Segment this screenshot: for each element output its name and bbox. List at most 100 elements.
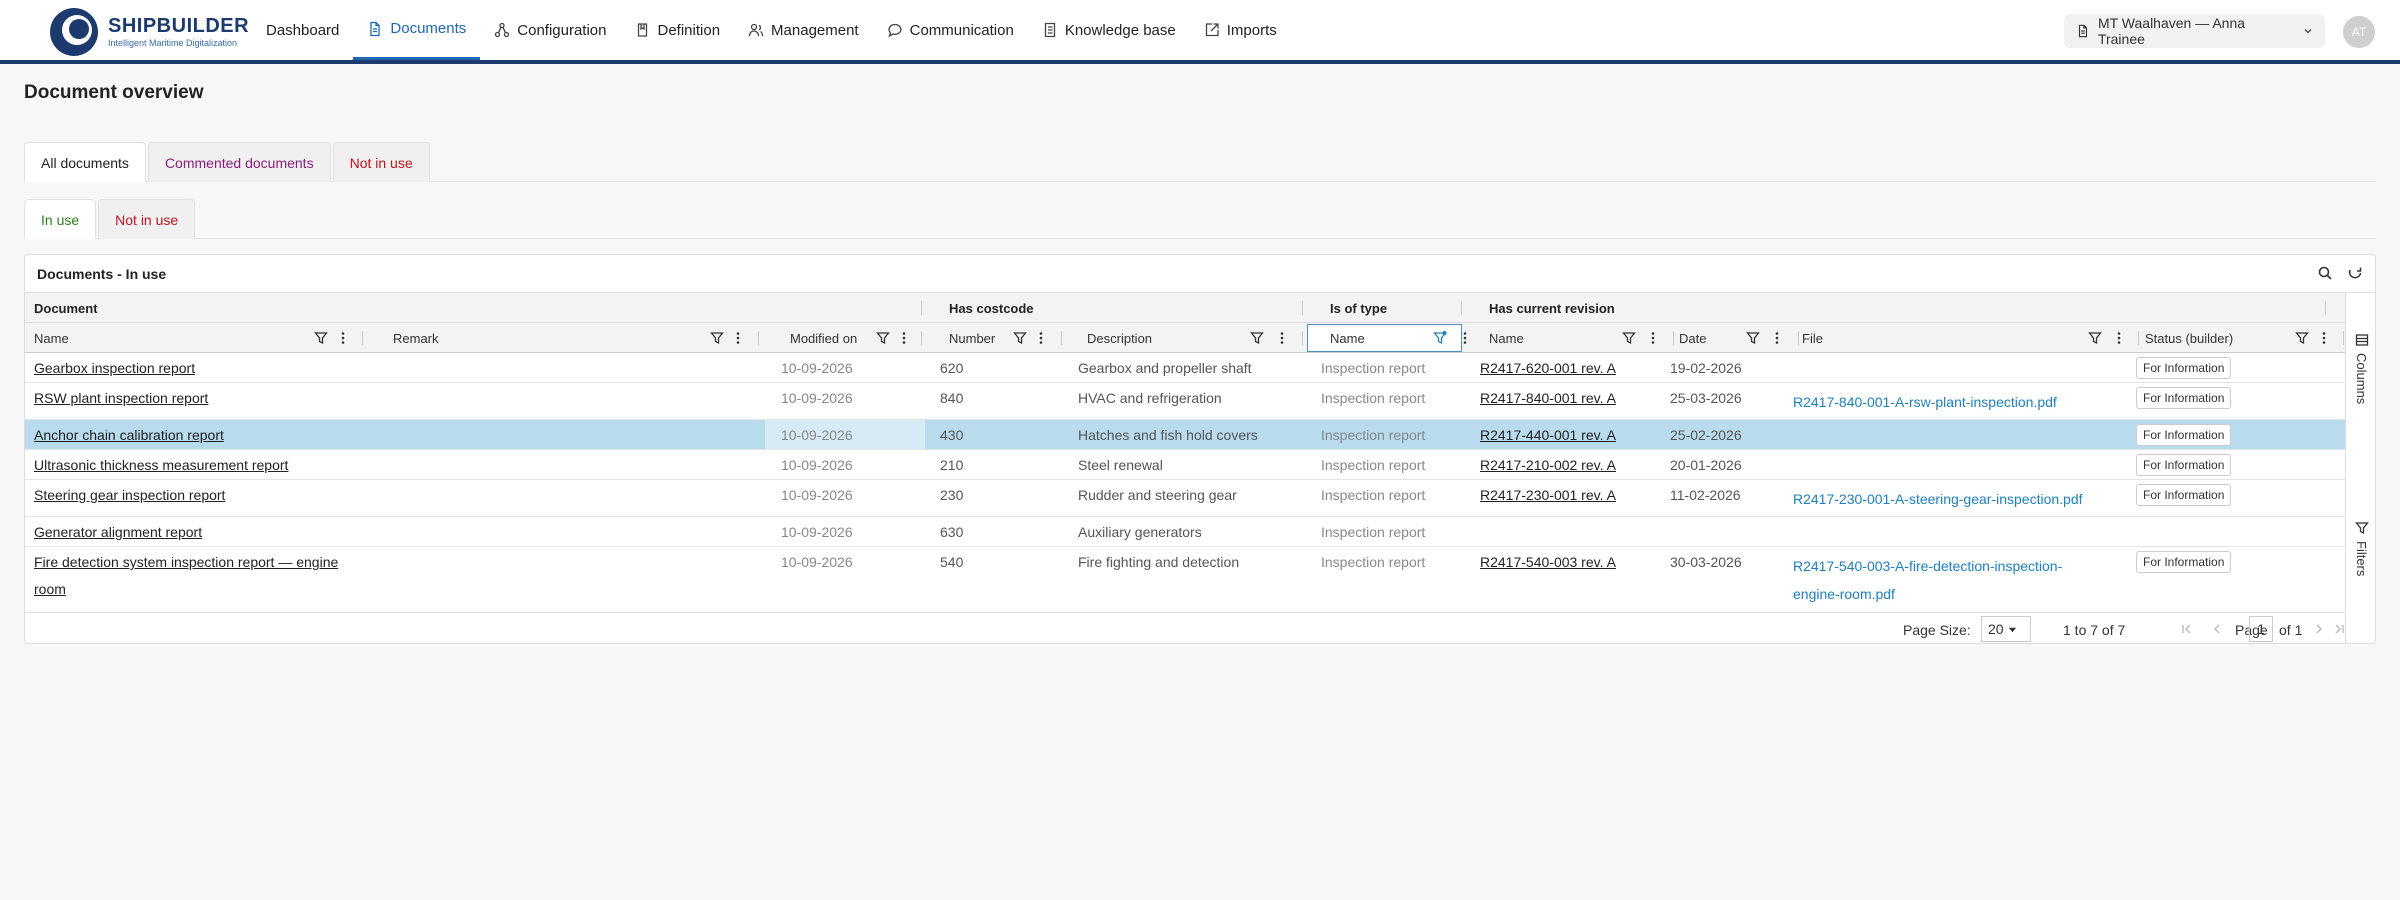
number-cell: 430 bbox=[940, 427, 964, 443]
revision-link[interactable]: R2417-440-001 rev. A bbox=[1480, 422, 1616, 448]
column-menu-icon[interactable] bbox=[1034, 331, 1048, 345]
column-menu-icon[interactable] bbox=[2317, 331, 2331, 345]
table-row[interactable]: Ultrasonic thickness measurement report … bbox=[25, 450, 2345, 480]
type-cell: Inspection report bbox=[1321, 457, 1426, 473]
next-page-icon[interactable] bbox=[2313, 623, 2325, 635]
brand-tagline: Intelligent Maritime Digitalization bbox=[108, 38, 238, 48]
nav-management[interactable]: Management bbox=[734, 0, 873, 60]
nav-knowledge-base[interactable]: Knowledge base bbox=[1028, 0, 1190, 60]
nav-definition[interactable]: Definition bbox=[621, 0, 735, 60]
table-row[interactable]: RSW plant inspection report 10-09-2026 8… bbox=[25, 383, 2345, 420]
col-type-name[interactable]: Name bbox=[1321, 323, 1365, 353]
group-document: Document bbox=[34, 300, 98, 316]
file-link[interactable]: R2417-540-003-A-fire-detection-inspectio… bbox=[1793, 553, 2062, 579]
group-separator[interactable] bbox=[921, 301, 922, 315]
file-link[interactable]: R2417-840-001-A-rsw-plant-inspection.pdf bbox=[1793, 389, 2057, 415]
last-page-icon[interactable] bbox=[2333, 623, 2345, 635]
filter-active-icon[interactable] bbox=[1433, 331, 1447, 345]
table-row[interactable]: Fire detection system inspection report … bbox=[25, 547, 2345, 607]
filter-icon[interactable] bbox=[876, 331, 890, 345]
date-cell: 11-02-2026 bbox=[1670, 487, 1741, 503]
page-number-input[interactable]: 1 bbox=[2249, 616, 2273, 642]
revision-link[interactable]: R2417-540-003 rev. A bbox=[1480, 549, 1616, 575]
column-menu-icon[interactable] bbox=[731, 331, 745, 345]
column-menu-icon[interactable] bbox=[1275, 331, 1289, 345]
document-name-link[interactable]: Fire detection system inspection report … bbox=[34, 549, 338, 575]
description-cell: Fire fighting and detection bbox=[1078, 554, 1240, 570]
chat-icon bbox=[887, 23, 902, 38]
revision-link[interactable]: R2417-230-001 rev. A bbox=[1480, 482, 1616, 508]
column-resize-handle[interactable] bbox=[921, 331, 922, 345]
column-menu-icon[interactable] bbox=[1458, 331, 1472, 345]
column-menu-icon[interactable] bbox=[1646, 331, 1660, 345]
table-row[interactable]: Gearbox inspection report 10-09-2026 620… bbox=[25, 353, 2345, 383]
document-name-link-line2[interactable]: room bbox=[34, 576, 66, 602]
tab-not-in-use[interactable]: Not in use bbox=[332, 142, 430, 182]
brand-logo[interactable]: SHIPBUILDER Intelligent Maritime Digital… bbox=[48, 6, 249, 58]
revision-link[interactable]: R2417-210-002 rev. A bbox=[1480, 452, 1616, 478]
avatar[interactable]: AT bbox=[2343, 16, 2375, 48]
document-name-link[interactable]: Generator alignment report bbox=[34, 519, 202, 545]
table-row[interactable]: Generator alignment report 10-09-2026 63… bbox=[25, 517, 2345, 547]
filter-icon[interactable] bbox=[710, 331, 724, 345]
tab-commented-documents[interactable]: Commented documents bbox=[147, 142, 331, 182]
column-resize-handle[interactable] bbox=[1061, 331, 1062, 345]
search-icon[interactable] bbox=[2317, 265, 2333, 281]
nav-documents-label: Documents bbox=[390, 20, 467, 37]
filter-icon[interactable] bbox=[2295, 331, 2309, 345]
previous-page-icon[interactable] bbox=[2211, 623, 2223, 635]
nav-configuration[interactable]: Configuration bbox=[480, 0, 620, 60]
nav-dashboard[interactable]: Dashboard bbox=[252, 0, 353, 60]
col-document-name[interactable]: Name bbox=[25, 323, 69, 353]
column-resize-handle[interactable] bbox=[758, 331, 759, 345]
document-name-link[interactable]: RSW plant inspection report bbox=[34, 385, 208, 411]
column-resize-handle[interactable] bbox=[2343, 331, 2344, 345]
page-size-select[interactable]: 20 bbox=[1981, 616, 2031, 642]
col-date[interactable]: Date bbox=[1670, 323, 1706, 353]
document-name-link[interactable]: Ultrasonic thickness measurement report bbox=[34, 452, 288, 478]
col-file[interactable]: File bbox=[1793, 323, 1823, 353]
filter-icon[interactable] bbox=[2088, 331, 2102, 345]
nav-imports[interactable]: Imports bbox=[1190, 0, 1291, 60]
col-status-builder[interactable]: Status (builder) bbox=[2136, 323, 2233, 353]
tab-all-documents[interactable]: All documents bbox=[24, 142, 146, 182]
column-menu-icon[interactable] bbox=[897, 331, 911, 345]
col-description[interactable]: Description bbox=[1078, 323, 1152, 353]
group-separator[interactable] bbox=[1302, 301, 1303, 315]
column-menu-icon[interactable] bbox=[2112, 331, 2126, 345]
file-link-line2[interactable]: engine-room.pdf bbox=[1793, 579, 1895, 605]
table-row-selected[interactable]: Anchor chain calibration report 10-09-20… bbox=[25, 420, 2345, 450]
column-menu-icon[interactable] bbox=[1770, 331, 1784, 345]
filter-icon[interactable] bbox=[1622, 331, 1636, 345]
document-name-link[interactable]: Anchor chain calibration report bbox=[34, 422, 224, 448]
col-revision-name[interactable]: Name bbox=[1480, 323, 1524, 353]
column-resize-handle[interactable] bbox=[1302, 331, 1303, 345]
first-page-icon[interactable] bbox=[2181, 623, 2193, 635]
revision-link[interactable]: R2417-840-001 rev. A bbox=[1480, 385, 1616, 411]
col-number[interactable]: Number bbox=[940, 323, 995, 353]
group-separator[interactable] bbox=[2325, 301, 2326, 315]
column-resize-handle[interactable] bbox=[362, 331, 363, 345]
col-modified-on[interactable]: Modified on bbox=[781, 323, 857, 353]
document-name-link[interactable]: Gearbox inspection report bbox=[34, 355, 195, 381]
table-row[interactable]: Steering gear inspection report 10-09-20… bbox=[25, 480, 2345, 517]
file-link[interactable]: R2417-230-001-A-steering-gear-inspection… bbox=[1793, 486, 2083, 512]
filter-icon[interactable] bbox=[314, 331, 328, 345]
vessel-selector[interactable]: MT Waalhaven — Anna Trainee bbox=[2064, 14, 2325, 48]
nav-communication[interactable]: Communication bbox=[873, 0, 1028, 60]
subtab-not-in-use[interactable]: Not in use bbox=[98, 199, 196, 239]
filter-icon[interactable] bbox=[1013, 331, 1027, 345]
column-menu-icon[interactable] bbox=[336, 331, 350, 345]
filter-icon[interactable] bbox=[1250, 331, 1264, 345]
subtab-in-use[interactable]: In use bbox=[24, 199, 97, 239]
refresh-icon[interactable] bbox=[2347, 265, 2363, 281]
page-size-value: 20 bbox=[1988, 621, 2004, 637]
nav-documents[interactable]: Documents bbox=[353, 0, 481, 60]
revision-link[interactable]: R2417-620-001 rev. A bbox=[1480, 355, 1616, 381]
col-remark[interactable]: Remark bbox=[384, 323, 439, 353]
group-separator[interactable] bbox=[1461, 301, 1462, 315]
filters-panel-toggle[interactable]: Filters bbox=[2346, 521, 2375, 576]
columns-panel-toggle[interactable]: Columns bbox=[2346, 333, 2375, 404]
filter-icon[interactable] bbox=[1746, 331, 1760, 345]
document-name-link[interactable]: Steering gear inspection report bbox=[34, 482, 225, 508]
